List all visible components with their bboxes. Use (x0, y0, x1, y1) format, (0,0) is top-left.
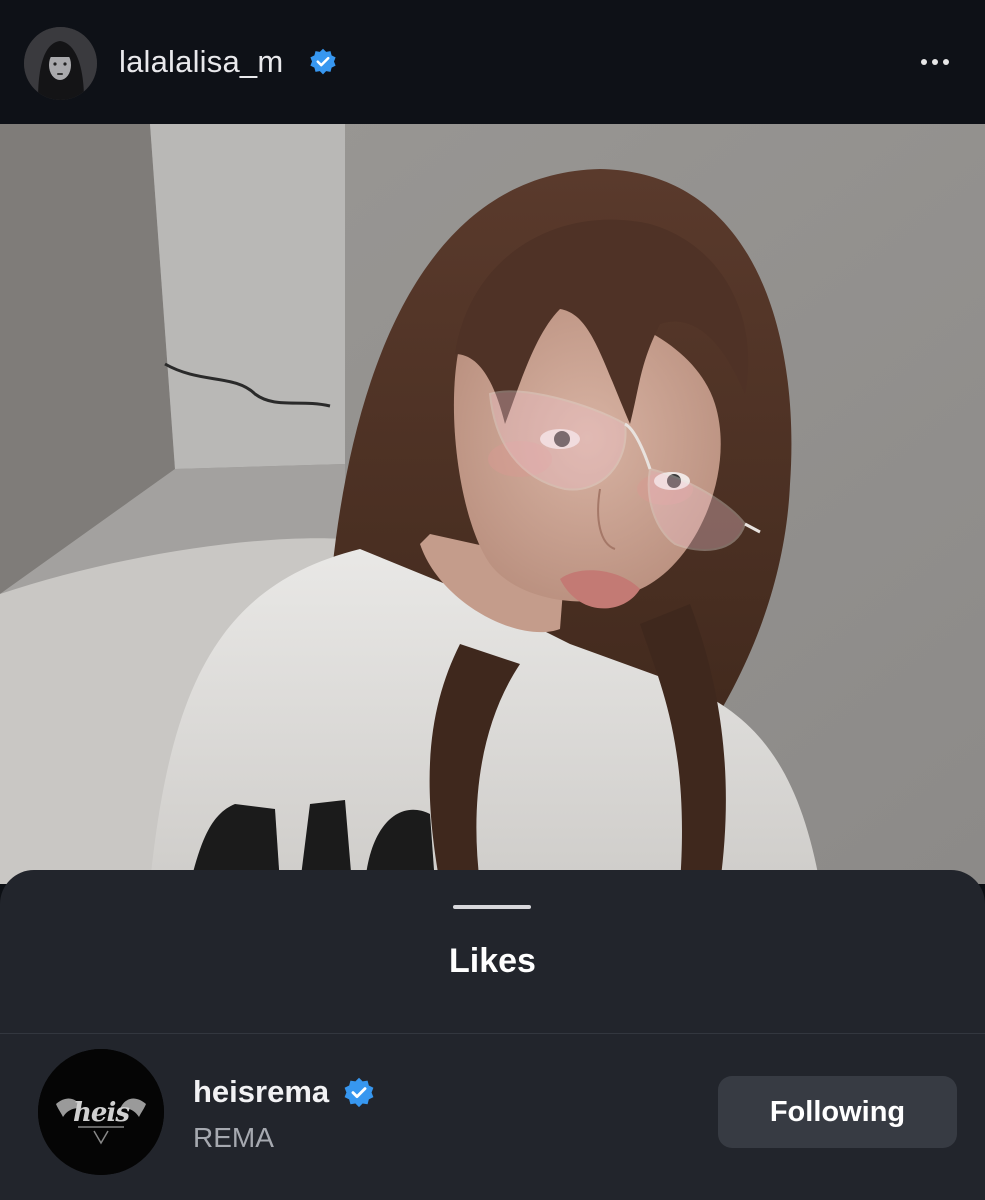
user-full-name: REMA (193, 1122, 274, 1153)
sheet-title: Likes (449, 942, 536, 980)
more-options-button[interactable] (910, 44, 960, 80)
verified-badge-icon (310, 48, 336, 75)
user-avatar[interactable]: heis (38, 1049, 164, 1175)
user-username[interactable]: heisrema (193, 1074, 329, 1110)
like-list-item[interactable]: heis heisrema REMA Following (0, 1034, 985, 1200)
likes-sheet: Likes heis heisrema REMA Following (0, 870, 985, 1200)
author-username[interactable]: lalalalisa_m (119, 44, 283, 80)
post-photo[interactable] (0, 124, 985, 884)
sheet-drag-handle[interactable] (453, 905, 531, 909)
heis-logo-icon: heis (38, 1049, 164, 1175)
more-horizontal-icon (921, 59, 927, 65)
following-button[interactable]: Following (718, 1076, 957, 1148)
app-window: lalalalisa_m Likes heis heisrema REMA Fo… (0, 0, 985, 1200)
verified-badge-icon (344, 1077, 374, 1108)
svg-text:heis: heis (73, 1098, 130, 1128)
author-avatar[interactable] (24, 27, 97, 100)
post-header: lalalalisa_m (0, 0, 985, 124)
